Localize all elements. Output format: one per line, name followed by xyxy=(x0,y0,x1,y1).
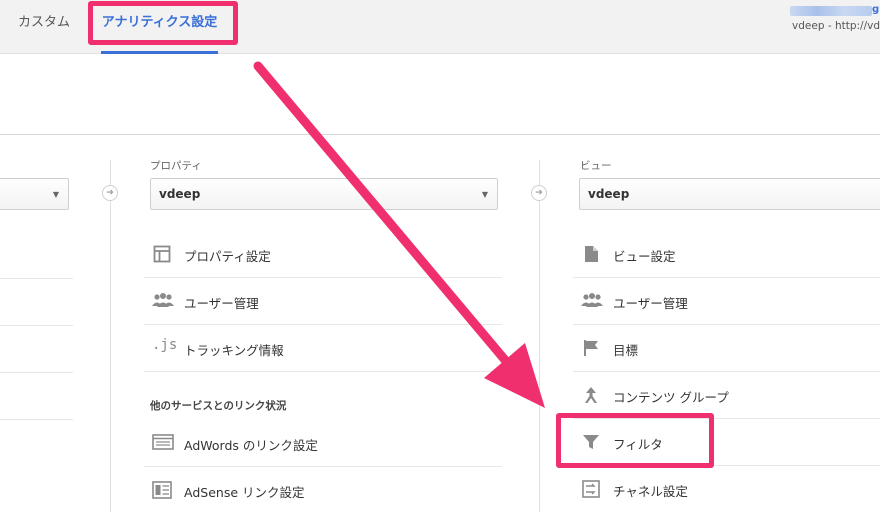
property-item-label: AdWords のリンク設定 xyxy=(184,438,318,453)
header-divider xyxy=(0,134,880,135)
chevron-down-icon: ▼ xyxy=(52,190,59,199)
property-item-adwords-linking[interactable]: AdWords のリンク設定 xyxy=(144,420,502,467)
property-item-tracking-info[interactable]: .js トラッキング情報 xyxy=(144,325,502,372)
account-name[interactable]: gr xyxy=(790,4,880,18)
account-item-divider xyxy=(0,325,73,326)
property-item-label: AdSense リンク設定 xyxy=(184,485,305,500)
annotation-highlight-filter xyxy=(556,413,714,468)
property-item-label: プロパティ設定 xyxy=(184,249,271,264)
adsense-icon xyxy=(152,481,172,499)
property-item-label: トラッキング情報 xyxy=(184,343,284,358)
property-select-value: vdeep xyxy=(159,187,201,201)
merge-icon xyxy=(581,386,601,404)
arrow-right-icon: ➔ xyxy=(531,185,547,201)
property-item-adsense-linking[interactable]: AdSense リンク設定 xyxy=(144,467,502,512)
tab-custom[interactable]: カスタム xyxy=(18,0,70,54)
property-select[interactable]: vdeep ▼ xyxy=(150,178,498,210)
js-icon: .js xyxy=(152,337,178,353)
arrow-right-icon: ➔ xyxy=(102,185,118,201)
property-item-settings[interactable]: プロパティ設定 xyxy=(144,231,502,278)
linked-services-section-title: 他のサービスとのリンク状況 xyxy=(150,400,287,412)
top-tab-bar: カスタム アナリティクス設定 gr vdeep - http://vd xyxy=(0,0,880,54)
users-icon xyxy=(581,292,603,310)
analytics-admin-page: カスタム アナリティクス設定 gr vdeep - http://vd ▼ ➔ … xyxy=(0,0,880,512)
property-item-label: ユーザー管理 xyxy=(184,296,259,311)
adwords-icon xyxy=(152,434,174,452)
users-icon xyxy=(152,292,174,310)
account-url: vdeep - http://vd xyxy=(792,20,880,32)
flag-icon xyxy=(581,339,601,357)
account-item-divider xyxy=(0,372,73,373)
document-icon xyxy=(581,245,601,263)
account-select[interactable]: ▼ xyxy=(0,178,69,210)
active-tab-underline xyxy=(101,51,218,54)
view-item-label: ユーザー管理 xyxy=(613,296,688,311)
view-item-content-grouping[interactable]: コンテンツ グループ xyxy=(573,372,880,419)
view-item-channel-settings[interactable]: チャネル設定 xyxy=(573,466,880,512)
view-select[interactable]: vdeep xyxy=(579,178,880,210)
annotation-highlight-tab xyxy=(88,1,238,45)
view-item-label: 目標 xyxy=(613,343,639,358)
view-item-label: コンテンツ グループ xyxy=(613,390,729,405)
channel-icon xyxy=(581,480,601,498)
view-select-value: vdeep xyxy=(588,187,630,201)
property-item-user-management[interactable]: ユーザー管理 xyxy=(144,278,502,325)
view-item-user-management[interactable]: ユーザー管理 xyxy=(573,278,880,325)
account-name-blurred xyxy=(790,6,872,16)
chevron-down-icon: ▼ xyxy=(481,190,488,199)
account-item-divider xyxy=(0,419,73,420)
account-item-divider xyxy=(0,278,73,279)
view-item-goals[interactable]: 目標 xyxy=(573,325,880,372)
column-connector xyxy=(539,160,540,512)
column-connector xyxy=(110,160,111,512)
account-name-suffix: gr xyxy=(872,4,880,15)
window-icon xyxy=(152,245,172,263)
property-column-label: プロパティ xyxy=(150,160,202,172)
view-item-label: チャネル設定 xyxy=(613,484,688,499)
view-item-settings[interactable]: ビュー設定 xyxy=(573,231,880,278)
view-column-label: ビュー xyxy=(580,160,612,172)
view-item-label: ビュー設定 xyxy=(613,249,676,264)
